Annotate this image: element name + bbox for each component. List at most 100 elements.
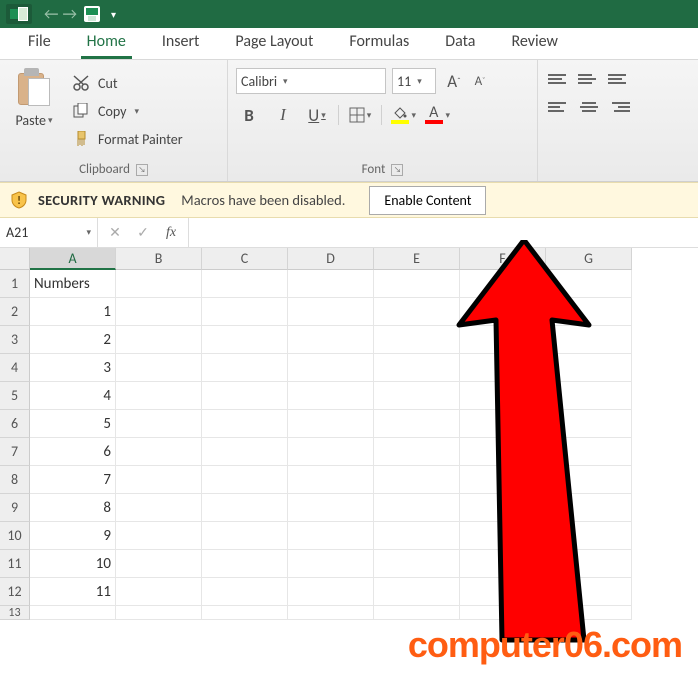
tab-home[interactable]: Home [69,26,144,59]
cell[interactable] [202,578,288,606]
column-header[interactable]: D [288,248,374,270]
grow-font-button[interactable]: Aˆ [442,68,466,94]
cell[interactable] [116,326,202,354]
cell[interactable] [460,606,546,620]
cell[interactable]: 4 [30,382,116,410]
cell[interactable] [288,354,374,382]
cell[interactable] [546,606,632,620]
tab-file[interactable]: File [10,26,69,59]
cell[interactable] [116,270,202,298]
cell[interactable] [546,466,632,494]
cell[interactable] [116,354,202,382]
row-header[interactable]: 8 [0,466,30,494]
cell[interactable]: 8 [30,494,116,522]
cell[interactable] [460,326,546,354]
row-header[interactable]: 7 [0,438,30,466]
cell[interactable] [202,522,288,550]
row-header[interactable]: 9 [0,494,30,522]
cell[interactable] [460,550,546,578]
cell[interactable] [202,270,288,298]
column-header[interactable]: A [30,248,116,270]
align-bottom-button[interactable] [606,68,632,90]
cell[interactable] [546,410,632,438]
cell[interactable] [374,354,460,382]
cell[interactable] [288,382,374,410]
cell[interactable] [288,466,374,494]
cell[interactable] [116,438,202,466]
cell[interactable] [116,522,202,550]
cell[interactable] [546,298,632,326]
cell[interactable] [460,578,546,606]
cut-button[interactable]: Cut [68,70,187,96]
paste-icon[interactable] [14,68,54,110]
cell[interactable] [288,606,374,620]
align-top-button[interactable] [546,68,572,90]
name-box[interactable]: A21▾ [0,218,98,247]
cancel-formula-icon[interactable]: ✕ [102,221,128,245]
cell[interactable] [288,494,374,522]
tab-review[interactable]: Review [493,26,576,59]
row-header[interactable]: 1 [0,270,30,298]
select-all-corner[interactable] [0,248,30,270]
save-icon[interactable] [83,5,101,23]
column-header[interactable]: B [116,248,202,270]
cell[interactable] [374,438,460,466]
cell[interactable] [116,298,202,326]
cell[interactable] [116,550,202,578]
cell[interactable] [116,606,202,620]
undo-icon[interactable]: ← [44,5,58,24]
align-left-button[interactable] [546,96,572,118]
cell[interactable]: 10 [30,550,116,578]
cell[interactable]: 5 [30,410,116,438]
cell[interactable]: 3 [30,354,116,382]
cell[interactable] [288,578,374,606]
cell[interactable] [374,270,460,298]
cell[interactable] [30,606,116,620]
redo-icon[interactable]: → [62,5,76,24]
cell[interactable] [202,354,288,382]
enter-formula-icon[interactable]: ✓ [130,221,156,245]
cell[interactable] [116,382,202,410]
cell[interactable] [202,606,288,620]
column-header[interactable]: C [202,248,288,270]
formula-input[interactable] [189,218,698,247]
row-header[interactable]: 5 [0,382,30,410]
cell[interactable] [546,354,632,382]
font-name-combo[interactable]: Calibri▾ [236,68,386,94]
cell[interactable] [374,550,460,578]
cell[interactable] [202,382,288,410]
cell[interactable]: 11 [30,578,116,606]
cell[interactable] [460,438,546,466]
italic-button[interactable]: I [270,102,296,128]
tab-formulas[interactable]: Formulas [331,26,427,59]
cell[interactable] [288,438,374,466]
cell[interactable] [288,270,374,298]
cell[interactable] [546,550,632,578]
row-header[interactable]: 2 [0,298,30,326]
tab-insert[interactable]: Insert [144,26,218,59]
cell[interactable] [546,438,632,466]
cell[interactable] [546,382,632,410]
cell[interactable] [460,522,546,550]
cell[interactable]: 1 [30,298,116,326]
cell[interactable] [460,382,546,410]
clipboard-launcher-icon[interactable]: ↘ [136,164,148,176]
row-header[interactable]: 11 [0,550,30,578]
enable-content-button[interactable]: Enable Content [369,186,486,215]
cell[interactable] [116,466,202,494]
cell[interactable] [202,550,288,578]
cell[interactable] [460,466,546,494]
cell[interactable] [374,466,460,494]
cell[interactable] [288,410,374,438]
cell[interactable] [546,326,632,354]
font-launcher-icon[interactable]: ↘ [391,164,403,176]
cell[interactable] [288,522,374,550]
row-header[interactable]: 13 [0,606,30,620]
row-header[interactable]: 12 [0,578,30,606]
row-header[interactable]: 4 [0,354,30,382]
cell[interactable] [374,298,460,326]
align-middle-button[interactable] [576,68,602,90]
cell[interactable] [546,578,632,606]
cell[interactable] [288,298,374,326]
cell[interactable] [202,494,288,522]
